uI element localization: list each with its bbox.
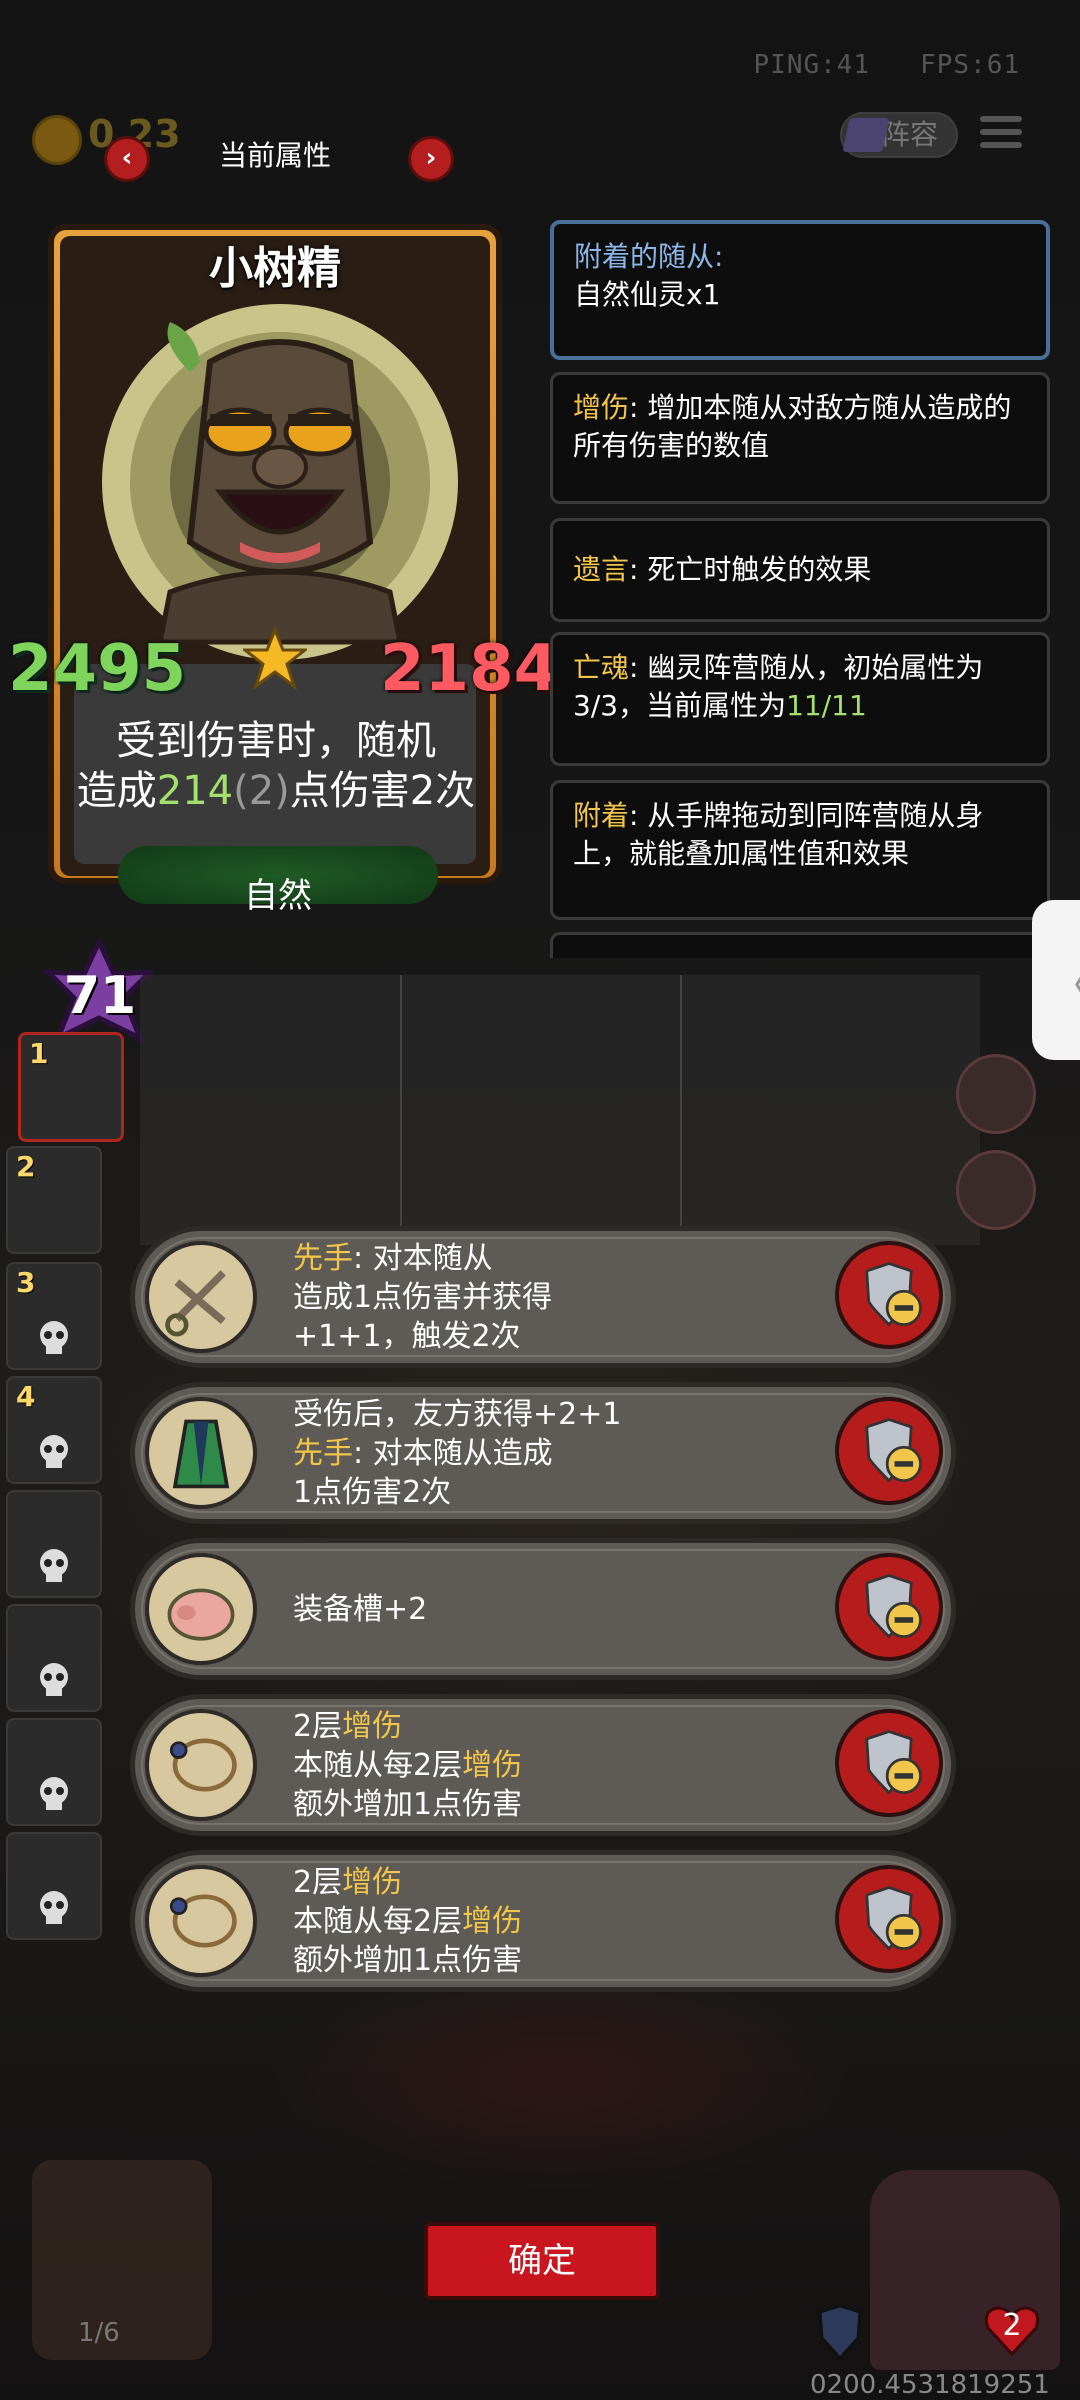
equipment-item-1[interactable]: 先手: 对本随从 造成1点伤害并获得 +1+1，触发2次 xyxy=(130,1226,956,1368)
confirm-button[interactable]: 确定 xyxy=(424,2222,660,2300)
equipment-item-3[interactable]: 装备槽+2 xyxy=(130,1538,956,1680)
panel-title: 当前属性 xyxy=(218,139,331,172)
keyword-attach: 附着: 从手牌拖动到同阵营随从身上，就能叠加属性值和效果 xyxy=(550,780,1050,920)
minion-slot-1[interactable]: 1 xyxy=(18,1032,124,1142)
skull-icon xyxy=(40,1435,68,1468)
minion-slot-8[interactable] xyxy=(6,1832,102,1940)
unequip-shield-icon[interactable] xyxy=(835,1397,943,1505)
equipment-item-2[interactable]: 受伤后，友方获得+2+1 先手: 对本随从造成 1点伤害2次 xyxy=(130,1382,956,1524)
chevron-left-icon: 〈 xyxy=(1048,950,1080,1016)
star-icon xyxy=(243,626,307,690)
treant-portrait xyxy=(102,304,458,660)
minion-slot-4[interactable]: 4 xyxy=(6,1376,102,1484)
menu-icon[interactable] xyxy=(980,116,1022,156)
skull-icon xyxy=(40,1663,68,1696)
scissors-icon xyxy=(145,1241,257,1353)
chess-token-icon[interactable] xyxy=(956,1150,1036,1230)
minion-slot-5[interactable] xyxy=(6,1490,102,1598)
deck-count: 1/6 xyxy=(78,2318,120,2348)
lineup-book-icon xyxy=(842,118,890,152)
buff-token-icon[interactable] xyxy=(956,1054,1036,1134)
minion-slot-6[interactable] xyxy=(6,1604,102,1712)
coin-icon xyxy=(32,115,82,165)
hero-health: 2 xyxy=(1002,2308,1022,2343)
attack-value: 2495 xyxy=(8,632,187,706)
necklace-icon xyxy=(145,1865,257,1977)
equipment-item-5[interactable]: 2层增伤 本随从每2层增伤 额外增加1点伤害 xyxy=(130,1850,956,1992)
unequip-shield-icon[interactable] xyxy=(835,1241,943,1349)
equipment-description: 2层增伤 本随从每2层增伤 额外增加1点伤害 xyxy=(293,1708,523,1822)
tribe-label: 自然 xyxy=(244,876,312,916)
equipment-description: 2层增伤 本随从每2层增伤 额外增加1点伤害 xyxy=(293,1864,523,1978)
unequip-shield-icon[interactable] xyxy=(835,1709,943,1817)
health-value: 2184 xyxy=(380,632,559,706)
minion-slot-2[interactable]: 2 xyxy=(6,1146,102,1254)
skull-icon xyxy=(40,1777,68,1810)
side-drawer-tab[interactable]: 〈 xyxy=(1032,900,1080,1060)
card-name: 小树精 xyxy=(209,243,341,294)
next-arrow-button[interactable]: › xyxy=(408,136,454,182)
keyword-panel-partial xyxy=(550,932,1050,958)
unequip-shield-icon[interactable] xyxy=(835,1553,943,1661)
pig-icon xyxy=(145,1553,257,1665)
keyword-deathrattle: 遗言: 死亡时触发的效果 xyxy=(550,518,1050,622)
minion-card: 小树精 受到伤害时，随机 造成214(2)点伤害2次 xyxy=(38,206,512,926)
minion-slot-7[interactable] xyxy=(6,1718,102,1826)
prev-arrow-button[interactable]: ‹ xyxy=(104,136,150,182)
card-description: 受到伤害时，随机 造成214(2)点伤害2次 xyxy=(76,718,476,814)
debug-coordinates: 0200.4531819251 xyxy=(810,2370,1050,2400)
equipment-description: 先手: 对本随从 造成1点伤害并获得 +1+1，触发2次 xyxy=(293,1240,553,1354)
equipment-description: 装备槽+2 xyxy=(293,1591,428,1627)
robe-icon xyxy=(145,1397,257,1509)
keyword-ghost: 亡魂: 幽灵阵营随从，初始属性为3/3，当前属性为11/11 xyxy=(550,632,1050,766)
unequip-shield-icon[interactable] xyxy=(835,1865,943,1973)
network-stats: PING:41 FPS:61 xyxy=(753,50,1020,80)
deck-pile[interactable] xyxy=(32,2160,212,2360)
keyword-damage-boost: 增伤: 增加本随从对敌方随从造成的所有伤害的数值 xyxy=(550,372,1050,504)
necklace-icon xyxy=(145,1709,257,1821)
attached-minions-panel: 附着的随从: 自然仙灵x1 xyxy=(550,220,1050,360)
level-number: 71 xyxy=(63,966,137,1026)
armor-shield-icon xyxy=(818,2304,862,2361)
equipment-description: 受伤后，友方获得+2+1 先手: 对本随从造成 1点伤害2次 xyxy=(293,1396,622,1510)
equipment-item-4[interactable]: 2层增伤 本随从每2层增伤 额外增加1点伤害 xyxy=(130,1694,956,1836)
skull-icon xyxy=(40,1891,68,1924)
minion-slot-3[interactable]: 3 xyxy=(6,1262,102,1370)
skull-icon xyxy=(40,1321,68,1354)
skull-icon xyxy=(40,1549,68,1582)
game-board xyxy=(140,975,980,1245)
